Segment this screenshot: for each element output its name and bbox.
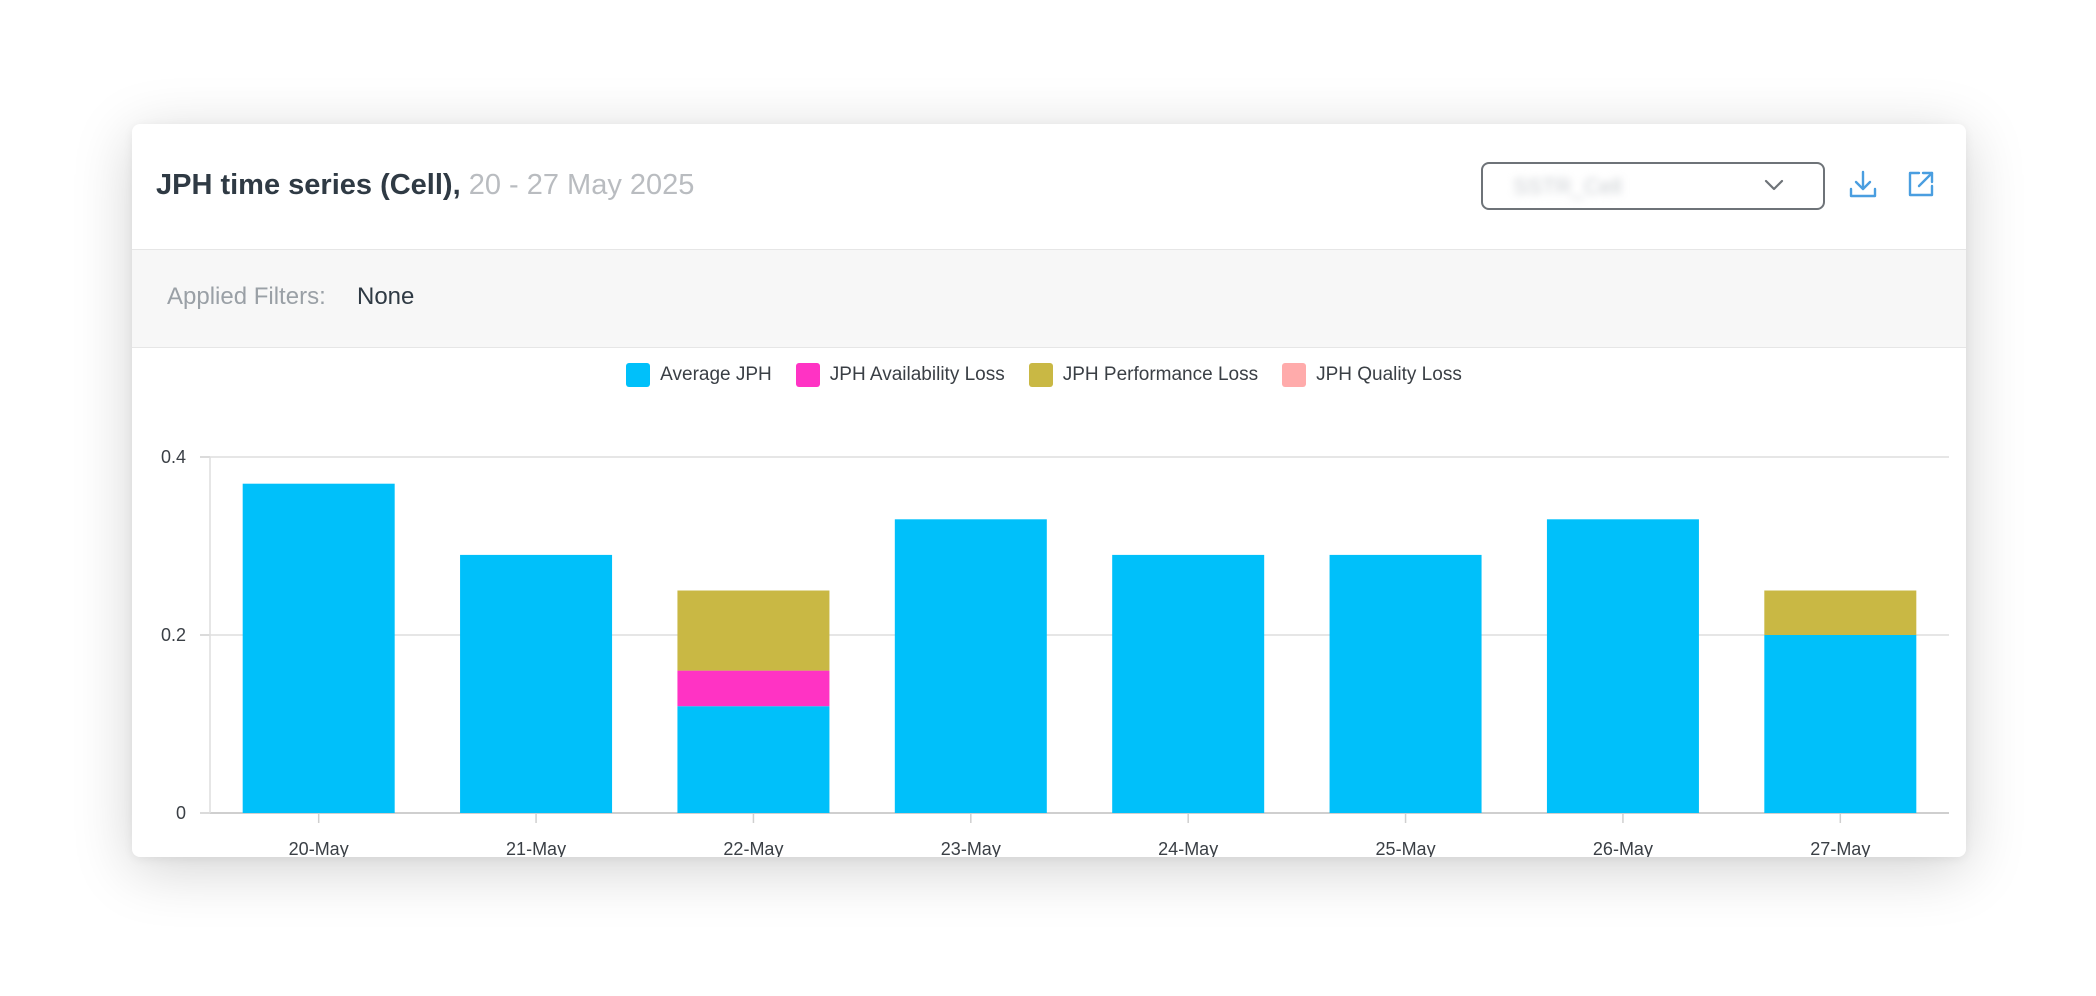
legend-swatch: [626, 363, 651, 387]
x-tick-label: 23-May: [941, 839, 1001, 857]
legend-swatch: [1028, 363, 1053, 387]
bar-segment[interactable]: [1329, 554, 1482, 813]
external-link-icon[interactable]: [1905, 168, 1937, 200]
legend-swatch: [795, 363, 820, 387]
jph-chart: 0 0.2 0.4 20-May 21-May 22-May 23-May 24-May 25-…: [132, 348, 1966, 857]
card-title: JPH time series (Cell), 20 - 27 May 2025: [156, 168, 694, 202]
legend-swatch: [1282, 363, 1307, 387]
cell-selector-value: SSTR_Cell: [1513, 174, 1622, 199]
title-date-range: 20 - 27 May 2025: [468, 169, 695, 201]
x-tick-label: 27-May: [1810, 839, 1870, 857]
title-main: JPH time series (Cell),: [156, 169, 461, 201]
download-icon[interactable]: [1847, 168, 1879, 200]
jph-chart-svg: 0 0.2 0.4 20-May 21-May 22-May 23-May 24-May 25-…: [161, 447, 1949, 857]
legend-item[interactable]: JPH Availability Loss: [795, 363, 1005, 387]
x-tick-label: 20-May: [289, 839, 349, 857]
bar-segment[interactable]: [894, 519, 1047, 813]
card-header: JPH time series (Cell), 20 - 27 May 2025…: [132, 124, 1966, 250]
page: JPH time series (Cell), 20 - 27 May 2025…: [0, 0, 2096, 996]
bar-segment[interactable]: [1764, 590, 1917, 636]
bar-segment[interactable]: [1546, 519, 1699, 813]
legend-label: JPH Availability Loss: [829, 364, 1005, 385]
legend-label: JPH Quality Loss: [1316, 364, 1462, 385]
x-tick-label: 21-May: [506, 839, 566, 857]
bar-segment[interactable]: [460, 554, 613, 813]
applied-filters-value: None: [357, 283, 415, 310]
y-tick-label: 0.4: [161, 447, 186, 467]
legend-item[interactable]: JPH Performance Loss: [1028, 363, 1259, 387]
jph-time-series-card: JPH time series (Cell), 20 - 27 May 2025…: [132, 124, 1966, 857]
bar-segment[interactable]: [677, 670, 830, 707]
x-tick-label: 25-May: [1376, 839, 1436, 857]
chart-legend: Average JPH JPH Availability Loss JPH Perf…: [132, 348, 1966, 392]
legend-label: Average JPH: [660, 364, 772, 385]
legend-item[interactable]: JPH Quality Loss: [1282, 363, 1462, 387]
bar-segment[interactable]: [242, 483, 395, 813]
legend-item[interactable]: Average JPH: [626, 363, 772, 387]
applied-filters-bar: Applied Filters: None: [132, 250, 1966, 348]
y-tick-label: 0.2: [161, 625, 186, 645]
chevron-down-icon: [1764, 179, 1784, 191]
legend-label: JPH Performance Loss: [1062, 364, 1259, 385]
bar-segment[interactable]: [1764, 635, 1917, 813]
applied-filters-label: Applied Filters:: [167, 283, 326, 310]
x-tick-label: 24-May: [1158, 839, 1218, 857]
y-tick-label: 0: [176, 803, 186, 823]
x-tick-label: 22-May: [723, 839, 783, 857]
bar-segment[interactable]: [677, 706, 830, 813]
cell-selector-dropdown[interactable]: SSTR_Cell: [1481, 162, 1825, 210]
bar-segment[interactable]: [677, 590, 830, 671]
bar-segment[interactable]: [1112, 554, 1265, 813]
x-tick-label: 26-May: [1593, 839, 1653, 857]
